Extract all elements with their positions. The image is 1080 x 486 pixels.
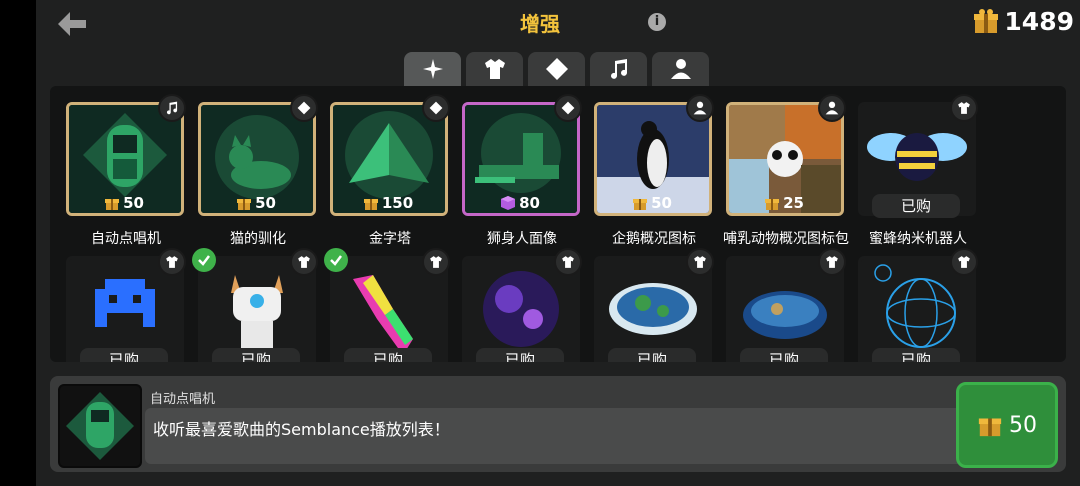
item-card-jukebox[interactable]: 50 [66,94,186,218]
person-icon [686,94,714,122]
buy-price: 50 [1009,412,1037,438]
price-tag: 25 [726,192,842,214]
item-card-cat-domestication[interactable]: 50 [198,94,318,218]
gift-box-icon [237,199,252,210]
purchased-label: 已购 [872,194,960,218]
left-edge-bar [0,0,36,486]
gift-box-icon [105,199,120,210]
item-card-earth-disc[interactable]: 已购 [726,248,846,362]
page-title: 增强 [520,12,560,36]
shirt-icon [950,94,978,122]
purchased-label: 已购 [476,348,564,362]
item-caption: 狮身人面像 [487,231,557,247]
item-caption: 猫的驯化 [230,231,286,247]
currency-display: 1489 [972,6,1074,36]
price-value: 25 [783,194,804,212]
item-card-sphinx[interactable]: 80 [462,94,582,218]
purchased-label: 已购 [872,348,960,362]
price-value: 50 [123,194,144,212]
price-tag: 150 [330,192,446,214]
price-value: 50 [255,194,276,212]
item-caption: 哺乳动物概况图标包 [723,231,849,247]
shirt-icon [422,248,450,276]
shirt-icon [686,248,714,276]
item-card-bee-nanobot[interactable]: 已购 [858,94,978,218]
diamond-icon [422,94,450,122]
music-note-icon [610,59,627,79]
shirt-icon [158,248,186,276]
purchased-label: 已购 [212,348,300,362]
price-tag: 80 [462,192,578,214]
shirt-icon [554,248,582,276]
shirt-icon [950,248,978,276]
shirt-icon [290,248,318,276]
price-tag: 50 [66,192,182,214]
purple-cube-icon [501,196,516,210]
price-value: 80 [519,194,540,212]
item-card-pixel-invader[interactable]: 已购 [66,248,186,362]
item-card-rainbow-worm[interactable]: 已购 [330,248,450,362]
gift-box-icon [978,418,1002,437]
item-caption: 企鹅概况图标 [612,231,696,247]
buy-button[interactable]: 50 [956,382,1058,468]
shirt-icon [818,248,846,276]
price-value: 50 [651,194,672,212]
item-grid: 50 自动点唱机 50 猫的驯化 150 金字塔 80 狮身人面像 50 企鹅概… [50,86,1066,362]
purchased-label: 已购 [608,348,696,362]
selected-item-description-box: 收听最喜爱歌曲的Semblance播放列表！ [145,408,983,464]
item-detail-panel: 自动点唱机 收听最喜爱歌曲的Semblance播放列表！ 50 [50,376,1066,472]
item-card-penguin[interactable]: 50 [594,94,714,218]
purchased-label: 已购 [740,348,828,362]
selected-item-title: 自动点唱机 [150,392,216,407]
selected-item-description: 收听最喜爱歌曲的Semblance播放列表！ [153,420,450,439]
tab-diamonds[interactable] [528,52,585,86]
shirt-icon [484,59,505,79]
sparkle-icon [422,59,443,79]
currency-value: 1489 [1004,6,1074,36]
item-card-cyclops-cat[interactable]: 已购 [198,248,318,362]
person-icon [670,59,691,79]
item-card-wire-globe[interactable]: 已购 [858,248,978,362]
purchased-label: 已购 [344,348,432,362]
diamond-icon [290,94,318,122]
checkmark-icon [192,248,216,272]
music-note-icon [158,94,186,122]
item-caption: 金字塔 [369,231,411,247]
person-icon [818,94,846,122]
item-caption: 自动点唱机 [91,231,161,247]
item-card-mammals[interactable]: 25 [726,94,846,218]
tab-music[interactable] [590,52,647,86]
checkmark-icon [324,248,348,272]
diamond-icon [545,58,568,80]
selected-item-thumbnail [58,384,142,468]
gift-box-icon [765,199,780,210]
category-tabs [404,52,709,86]
gift-box-icon [363,199,378,210]
price-tag: 50 [594,192,710,214]
item-card-galaxy-sphere[interactable]: 已购 [462,248,582,362]
tab-all[interactable] [404,52,461,86]
back-arrow-icon[interactable] [56,10,88,38]
info-icon[interactable]: i [648,13,666,31]
tab-shirts[interactable] [466,52,523,86]
item-caption: 蜜蜂纳米机器人 [869,231,967,247]
gift-box-icon [974,9,999,33]
gift-box-icon [633,199,648,210]
diamond-icon [554,94,582,122]
item-card-flat-earth[interactable]: 已购 [594,248,714,362]
item-card-pyramid[interactable]: 150 [330,94,450,218]
price-value: 150 [381,194,414,212]
purchased-label: 已购 [80,348,168,362]
tab-profile[interactable] [652,52,709,86]
price-tag: 50 [198,192,314,214]
